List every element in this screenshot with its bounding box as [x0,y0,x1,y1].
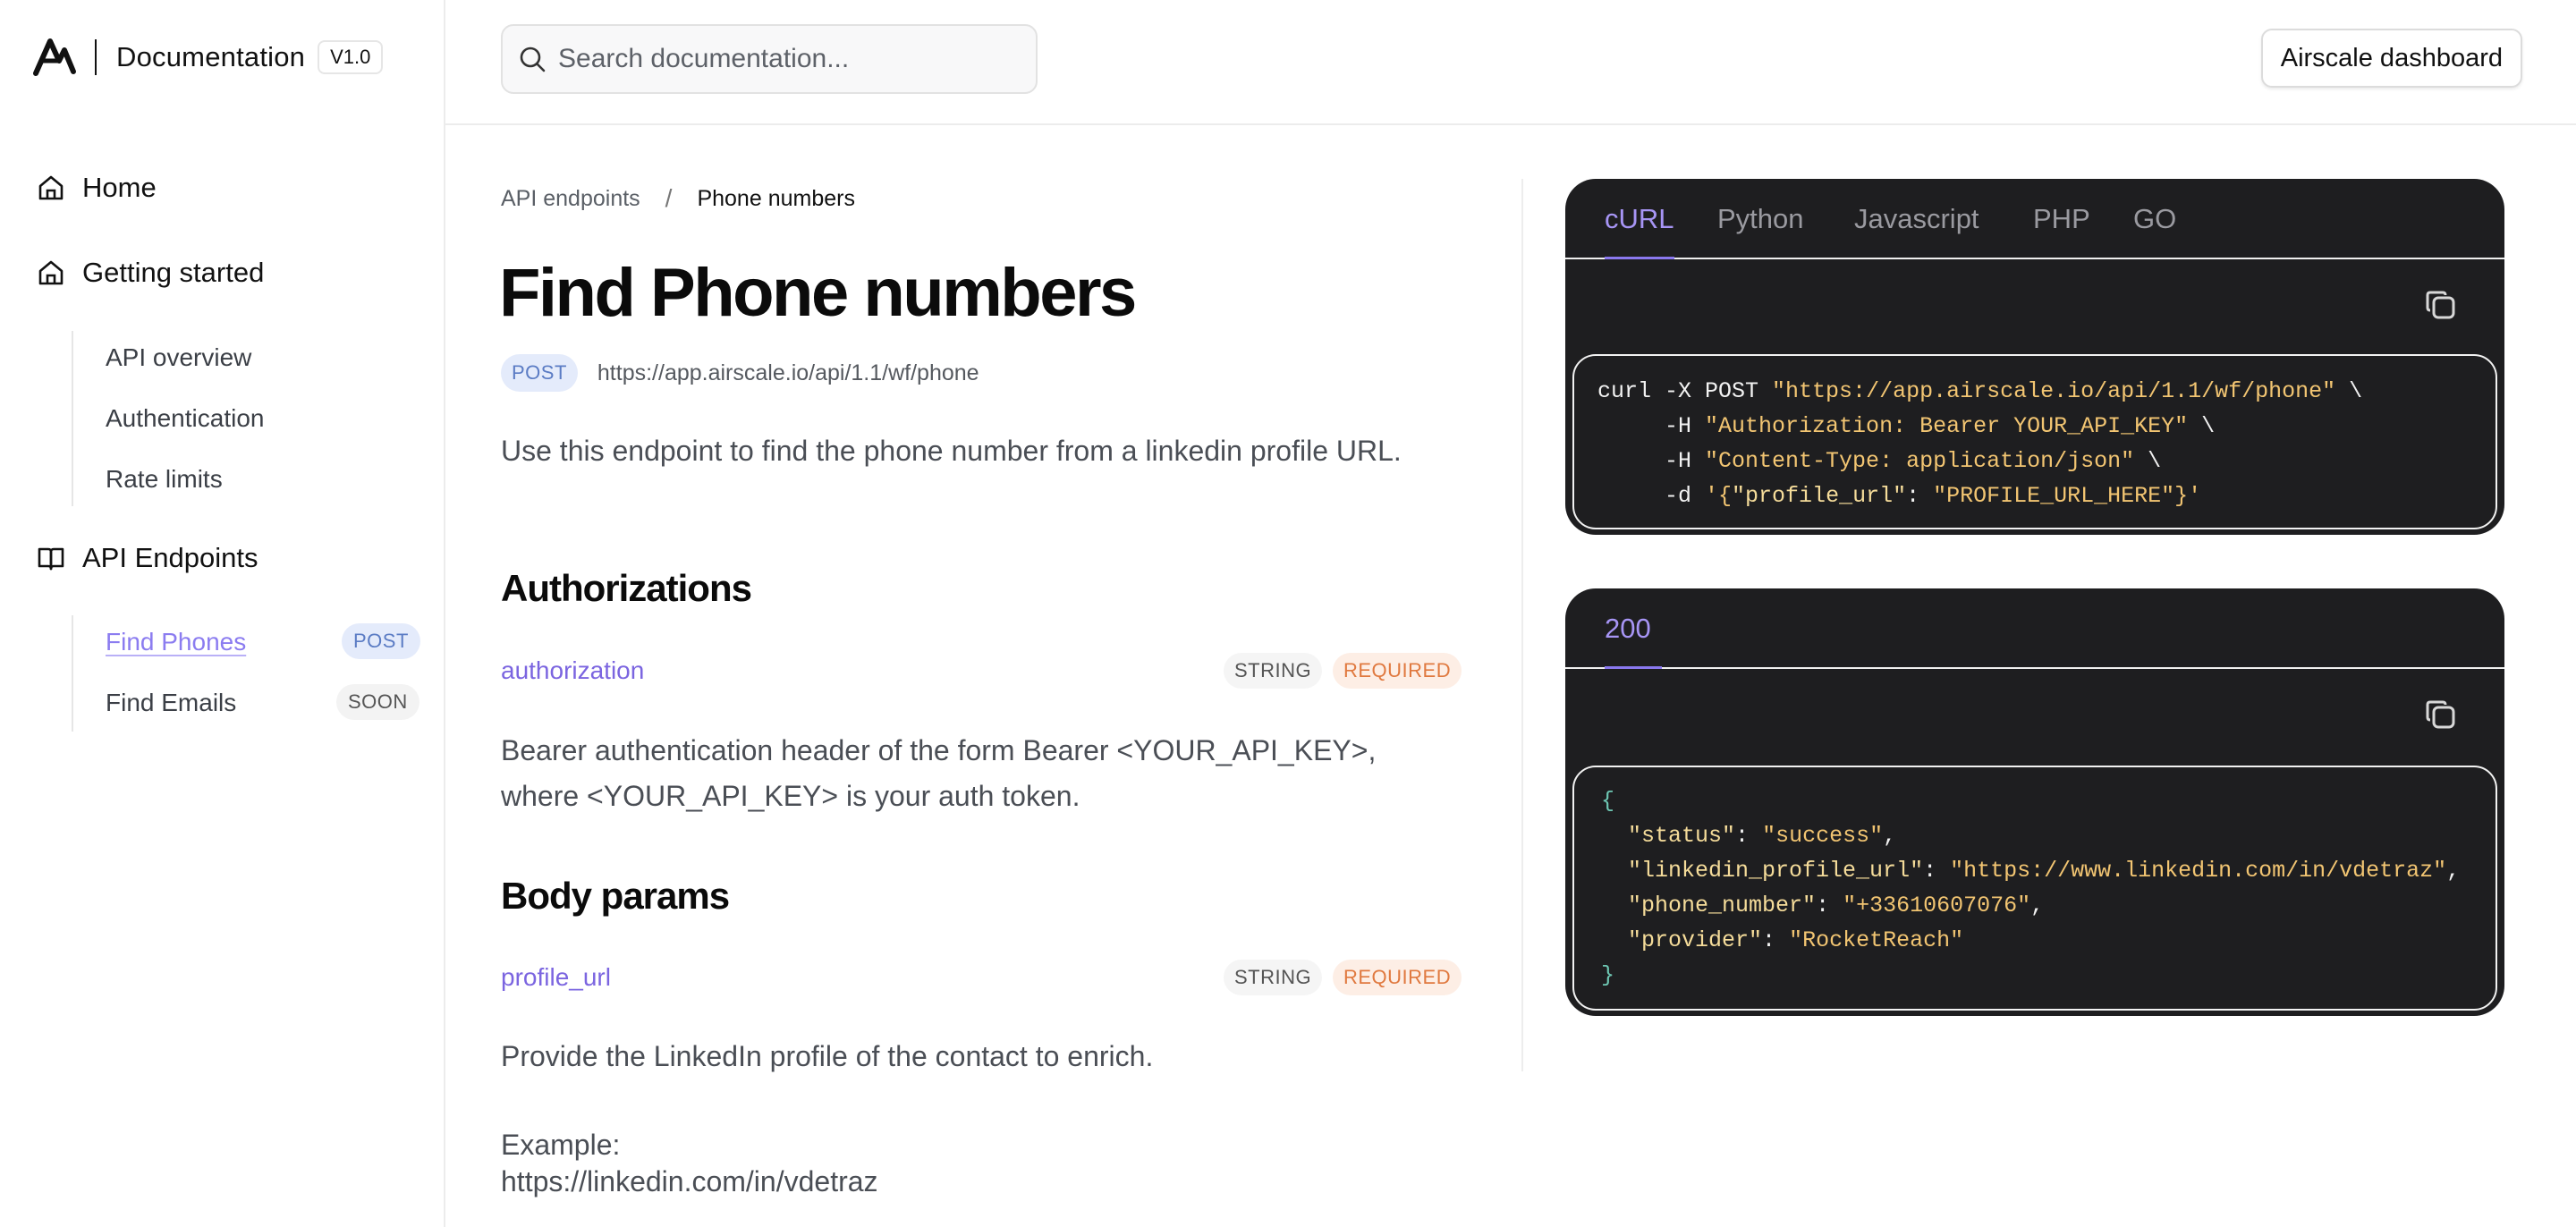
breadcrumb-parent[interactable]: API endpoints [501,186,640,212]
sidebar-item-find-phones[interactable]: Find Phones [106,628,246,656]
page-description: Use this endpoint to find the phone numb… [501,435,1402,467]
response-tabs: 200 [1565,588,2504,669]
authorization-type-badge: STRING [1224,653,1323,689]
profile-url-type-badge: STRING [1224,960,1323,995]
profile-url-required-badge: REQUIRED [1333,960,1462,995]
tab-status-200[interactable]: 200 [1605,613,1651,645]
sidebar-item-api-overview[interactable]: API overview [106,343,251,372]
sidebar-item-authentication[interactable]: Authentication [106,404,264,433]
airscale-dashboard-button[interactable]: Airscale dashboard [2260,29,2522,88]
nav-home-label: Home [82,172,157,203]
nav-home[interactable]: Home [36,172,157,204]
tab-curl[interactable]: cURL [1605,203,1674,235]
nav-getting-started-label: Getting started [82,257,265,288]
example-label: Example: [501,1129,621,1161]
breadcrumb-separator: / [665,184,673,212]
nav-getting-started[interactable]: Getting started [36,257,264,289]
response-code-block: { "status": "success", "linkedin_profile… [1572,766,2497,1011]
find-emails-soon-badge: SOON [336,684,419,720]
profile-url-example: Example: https://linkedin.com/in/vdetraz [501,1127,1449,1200]
airscale-logo-icon [33,38,76,76]
version-badge: V1.0 [318,40,384,74]
active-tab-underline [1605,666,1662,669]
example-value: https://linkedin.com/in/vdetraz [501,1165,878,1197]
authorization-description: Bearer authentication header of the form… [501,734,1377,812]
request-code-panel: cURL Python Javascript PHP GO curl -X PO… [1565,179,2504,535]
profile-url-description: Provide the LinkedIn profile of the cont… [501,1040,1154,1072]
copy-icon[interactable] [2422,286,2460,324]
authorization-param-name: authorization [501,656,645,684]
book-open-icon [38,547,64,571]
method-badge: POST [501,354,578,392]
body-params-heading: Body params [501,875,730,917]
brand[interactable]: Documentation V1.0 [32,32,384,82]
request-code-block: curl -X POST "https://app.airscale.io/ap… [1572,354,2497,529]
copy-icon[interactable] [2422,696,2460,733]
authorization-required-badge: REQUIRED [1333,653,1462,689]
endpoint-row: POST https://app.airscale.io/api/1.1/wf/… [501,354,979,392]
search-icon [520,47,546,72]
language-tabs: cURL Python Javascript PHP GO [1565,179,2504,259]
breadcrumb: API endpoints / Phone numbers [501,184,855,213]
tab-javascript[interactable]: Javascript [1854,203,1979,235]
active-tab-underline [1605,257,1674,259]
content-divider [1521,179,1523,1071]
page-title: Find Phone numbers [499,255,1137,331]
find-phones-method-badge: POST [342,623,420,659]
endpoint-url: https://app.airscale.io/api/1.1/wf/phone [597,360,979,385]
authorizations-heading: Authorizations [501,567,752,609]
tab-php[interactable]: PHP [2033,203,2090,235]
tab-python[interactable]: Python [1717,203,1804,235]
response-json: { "status": "success", "linkedin_profile… [1601,788,2461,988]
brand-divider [95,39,97,75]
search-box[interactable] [501,24,1038,94]
home-icon [38,175,64,200]
nav-api-endpoints[interactable]: API Endpoints [36,542,258,574]
curl-code: curl -X POST "https://app.airscale.io/ap… [1597,378,2363,509]
profile-url-param-name: profile_url [501,963,611,991]
brand-title: Documentation [116,41,306,72]
nav-api-endpoints-label: API Endpoints [82,542,258,573]
breadcrumb-current: Phone numbers [697,185,855,211]
home-icon [38,260,64,285]
sidebar-item-rate-limits[interactable]: Rate limits [106,465,223,494]
sidebar: Documentation V1.0 Home Getting started … [0,0,445,1227]
api-endpoints-subnav: Find Phones POST Find Emails SOON [72,615,420,732]
top-bar: Airscale dashboard [445,0,2576,125]
sidebar-item-find-emails[interactable]: Find Emails [106,689,236,717]
getting-started-subnav: API overview Authentication Rate limits [72,331,264,506]
response-code-panel: 200 { "status": "success", "linkedin_pro… [1565,588,2504,1016]
search-input[interactable] [558,44,1023,74]
tab-go[interactable]: GO [2133,203,2176,235]
